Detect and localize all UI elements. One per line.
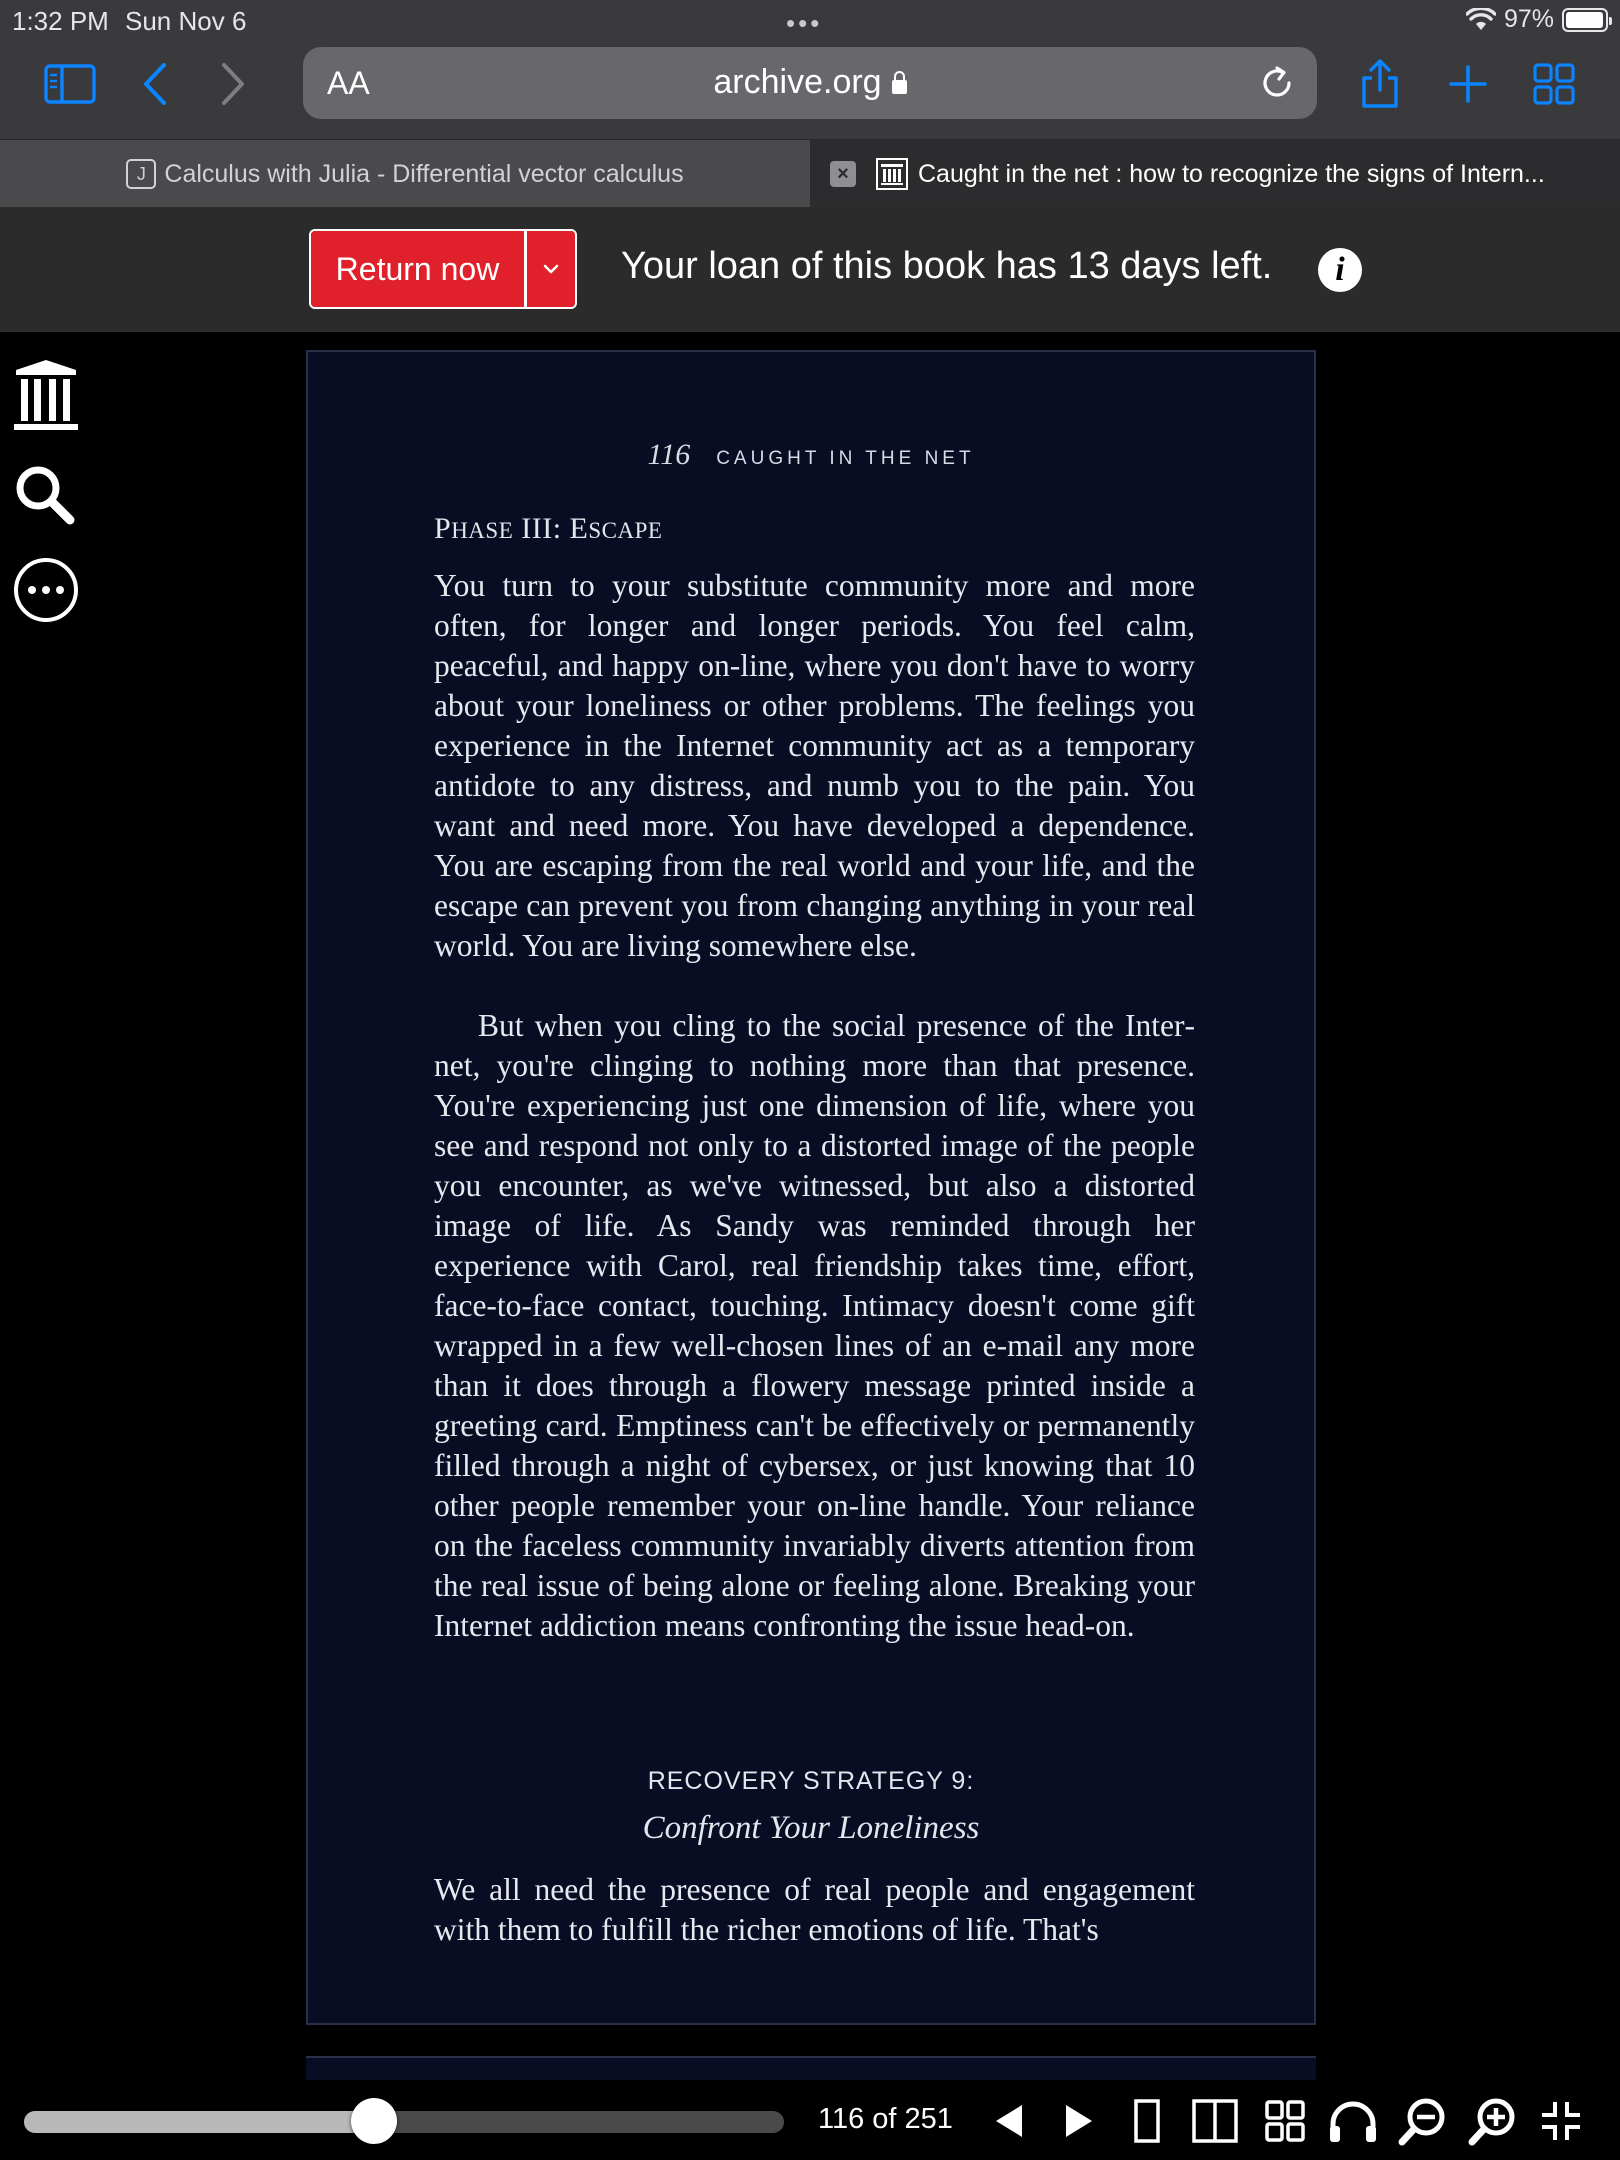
new-tab-icon[interactable] (1448, 64, 1488, 104)
tab-label: Calculus with Julia - Differential vecto… (164, 159, 684, 188)
page-slider-thumb[interactable] (350, 2098, 397, 2144)
sidebar-toggle-icon[interactable] (44, 64, 96, 104)
page-number: 116 (647, 438, 691, 471)
tab-bar: J Calculus with Julia - Differential vec… (0, 139, 1620, 208)
zoom-in-icon[interactable] (1466, 2094, 1520, 2148)
search-icon[interactable] (12, 462, 76, 526)
address-bar[interactable]: AA archive.org (303, 47, 1317, 119)
return-options-dropdown[interactable] (527, 231, 575, 307)
battery-percent: 97% (1503, 5, 1554, 33)
next-page-icon[interactable] (1052, 2094, 1106, 2148)
thumbnail-view-icon[interactable] (1258, 2094, 1312, 2148)
running-head: 116 CAUGHT IN THE NET (308, 438, 1314, 472)
julia-favicon-icon: J (126, 159, 157, 189)
info-icon[interactable]: i (1318, 248, 1362, 292)
multitasking-dots-icon[interactable]: ••• (786, 10, 822, 36)
close-tab-icon[interactable]: × (830, 161, 856, 187)
recovery-strategy-label: RECOVERY STRATEGY 9: (647, 1767, 975, 1795)
body-paragraph: You turn to your substitute community mo… (434, 568, 1195, 963)
body-paragraph: We all need the presence of real people … (434, 1872, 1195, 1947)
status-time: 1:32 PM (12, 6, 109, 36)
archive-favicon-icon (876, 158, 908, 190)
browser-chrome: 1:32 PM Sun Nov 6 ••• 97% AA archive.org (0, 0, 1620, 139)
status-indicators: 97% (1465, 5, 1612, 34)
zoom-out-icon[interactable] (1396, 2094, 1450, 2148)
loan-message: Your loan of this book has 13 days left. (621, 245, 1273, 287)
lock-icon (891, 71, 907, 94)
tab-overview-icon[interactable] (1533, 63, 1575, 105)
page-slider[interactable] (24, 2111, 784, 2133)
tab-label: Caught in the net : how to recognize the… (918, 159, 1545, 188)
read-aloud-headphones-icon[interactable] (1326, 2094, 1380, 2148)
recovery-strategy-title: Confront Your Loneliness (642, 1810, 980, 1846)
running-head-title: CAUGHT IN THE NET (716, 448, 975, 469)
page-slider-fill (24, 2111, 374, 2133)
return-button-group: Return now (309, 229, 577, 309)
loan-banner: Return now Your loan of this book has 13… (0, 207, 1620, 332)
exit-fullscreen-icon[interactable] (1534, 2094, 1588, 2148)
page-counter: 116 of 251 (818, 2103, 953, 2135)
body-paragraph: But when you cling to the social presenc… (434, 1008, 1195, 1643)
one-page-view-icon[interactable] (1120, 2094, 1174, 2148)
url-display[interactable]: archive.org (303, 63, 1317, 102)
battery-icon (1562, 7, 1612, 32)
share-icon[interactable] (1358, 58, 1402, 110)
chevron-down-icon (543, 264, 559, 274)
url-text: archive.org (713, 63, 882, 101)
section-title: PHASE III: ESCAPE (434, 512, 663, 545)
previous-page-icon[interactable] (982, 2094, 1036, 2148)
reload-icon[interactable] (1257, 63, 1297, 103)
two-page-view-icon[interactable] (1188, 2094, 1242, 2148)
reader-toolbar: 116 of 251 (0, 2080, 1620, 2160)
status-date: Sun Nov 6 (125, 6, 247, 36)
archive-logo-icon[interactable] (12, 358, 80, 432)
forward-icon[interactable] (218, 62, 248, 106)
book-page[interactable]: 116 CAUGHT IN THE NET PHASE III: ESCAPE Y… (306, 350, 1316, 2025)
tab-caught-in-the-net[interactable]: × Caught in the net : how to recognize t… (810, 140, 1620, 208)
wifi-icon (1465, 7, 1496, 30)
back-icon[interactable] (140, 62, 170, 106)
tab-calculus-julia[interactable]: J Calculus with Julia - Differential vec… (0, 140, 810, 208)
more-options-icon[interactable] (12, 556, 80, 624)
return-now-button[interactable]: Return now (311, 231, 527, 307)
